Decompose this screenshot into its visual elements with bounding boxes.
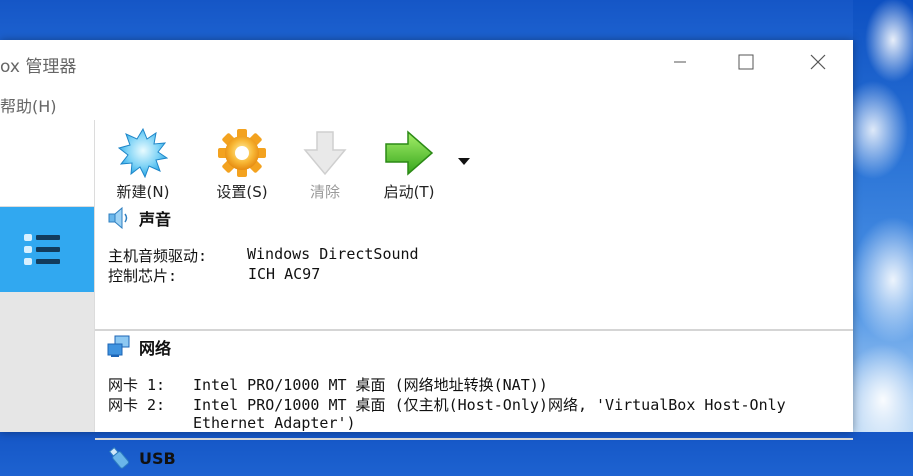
- speaker-icon: [108, 206, 128, 230]
- network-section-title: 网络: [139, 339, 172, 358]
- right-arrow-icon: [385, 130, 434, 176]
- audio-section: 声音 主机音频驱动: Windows DirectSound 控制芯片: ICH…: [95, 206, 853, 289]
- network-section: 网络 网卡 1: Intel PRO/1000 MT 桌面 (网络地址转换(NA…: [95, 335, 853, 438]
- adapter-1-value: Intel PRO/1000 MT 桌面 (网络地址转换(NAT)): [193, 376, 548, 394]
- start-button-label: 启动(T): [383, 183, 435, 201]
- desktop-wallpaper: [853, 0, 913, 432]
- title-bar: ox 管理器: [0, 40, 853, 84]
- minimize-icon: [674, 61, 686, 63]
- discard-button-label: 清除: [309, 183, 340, 201]
- gear-icon: [218, 129, 266, 177]
- minimize-button[interactable]: [657, 40, 703, 84]
- settings-button-label: 设置(S): [216, 183, 268, 201]
- close-icon: [810, 54, 826, 70]
- maximize-icon: [738, 54, 754, 70]
- audio-controller-value: ICH AC97: [248, 265, 321, 283]
- usb-section-title: USB: [139, 448, 176, 468]
- usb-section-header[interactable]: USB: [107, 446, 176, 470]
- new-button-label: 新建(N): [116, 183, 170, 201]
- details-pane: 声音 主机音频驱动: Windows DirectSound 控制芯片: ICH…: [95, 206, 853, 469]
- audio-driver-label: 主机音频驱动:: [108, 247, 208, 265]
- settings-button[interactable]: 设置(S): [209, 120, 275, 206]
- audio-section-title: 声音: [139, 210, 172, 229]
- toolbar: 新建(N) 设置(S) 清除 启动(T): [95, 120, 853, 206]
- starburst-new-icon: [118, 128, 168, 178]
- virtualbox-manager-window: ox 管理器 帮助(H) 新建(N) 设置(S) 清除 启动(T) 声音 主机音…: [0, 40, 853, 469]
- usb-section: USB: [95, 446, 853, 476]
- usb-icon: [108, 446, 129, 469]
- vm-list-empty-area: [0, 120, 94, 207]
- new-button[interactable]: 新建(N): [111, 120, 175, 206]
- window-title: ox 管理器: [0, 57, 77, 77]
- audio-controller-label: 控制芯片:: [108, 267, 178, 285]
- adapter-1-label: 网卡 1:: [108, 376, 166, 394]
- adapter-2-value: Intel PRO/1000 MT 桌面 (仅主机(Host-Only)网络, …: [193, 396, 786, 414]
- list-icon: [24, 234, 60, 265]
- audio-driver-value: Windows DirectSound: [247, 245, 419, 263]
- network-icon: [107, 335, 130, 357]
- adapter-2-label: 网卡 2:: [108, 396, 166, 414]
- vm-list-pane: [0, 120, 95, 432]
- tools-item[interactable]: [0, 207, 94, 292]
- audio-section-header[interactable]: 声音: [107, 206, 171, 230]
- section-divider: [95, 329, 853, 331]
- section-divider: [95, 438, 853, 440]
- menu-help[interactable]: 帮助(H): [0, 93, 57, 117]
- close-button[interactable]: [795, 40, 841, 84]
- maximize-button[interactable]: [723, 40, 769, 84]
- down-arrow-icon: [303, 131, 347, 176]
- start-button[interactable]: 启动(T): [375, 120, 443, 206]
- discard-button: 清除: [294, 120, 356, 206]
- adapter-2-value-continued: Ethernet Adapter'): [193, 414, 356, 432]
- menu-bar: 帮助(H): [0, 84, 853, 120]
- start-dropdown-arrow[interactable]: [458, 158, 470, 165]
- network-section-header[interactable]: 网络: [107, 335, 171, 359]
